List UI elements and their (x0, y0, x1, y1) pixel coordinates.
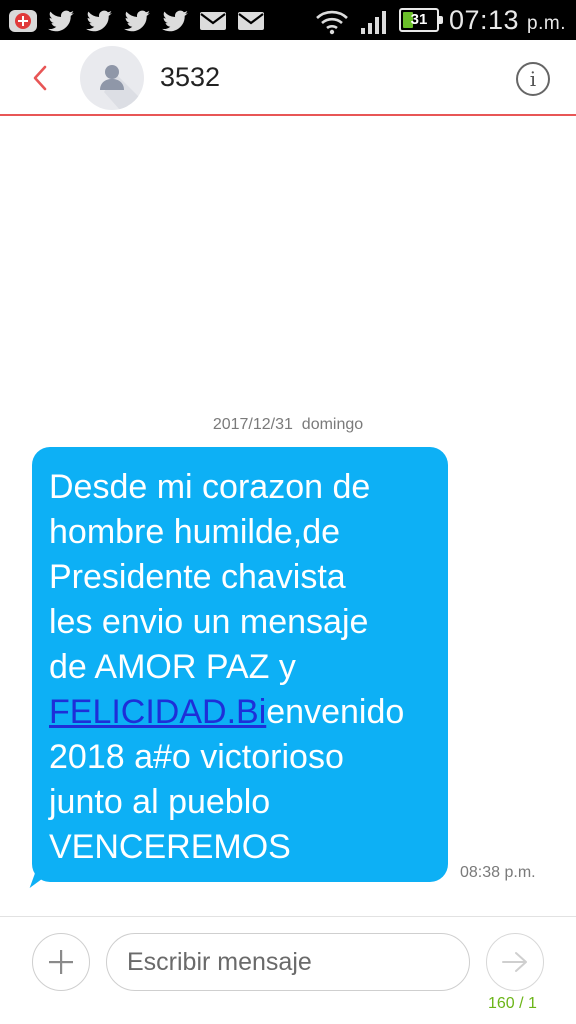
add-alert-icon (8, 9, 38, 32)
status-bar: 31 07:13 p.m. (0, 0, 576, 40)
message-line: FELICIDAD.Bienvenido (49, 690, 438, 735)
battery-tip (438, 16, 443, 24)
message-text: envenido (266, 693, 405, 731)
clock-suffix: p.m. (527, 12, 566, 34)
twitter-icon (84, 9, 114, 32)
contact-name: 3532 (160, 62, 221, 92)
battery-level: 31 (410, 11, 428, 28)
mail-icon (236, 9, 266, 31)
plus-icon (49, 950, 73, 974)
message-line: Desde mi corazon de (49, 468, 371, 506)
info-button[interactable]: i (516, 62, 550, 96)
message-line: VENCEREMOS (49, 828, 291, 866)
mail-icon (198, 9, 228, 31)
message-line: 2018 a#o victorioso (49, 738, 344, 776)
clock-time: 07:13 (448, 4, 520, 35)
character-counter: 160 / 1 (488, 995, 537, 1012)
signal-icon (359, 9, 389, 34)
clock: 07:13 p.m. (449, 5, 566, 36)
twitter-icon (160, 9, 190, 32)
send-button[interactable] (486, 933, 544, 991)
battery-icon: 31 (398, 8, 443, 32)
message-input[interactable] (106, 933, 470, 991)
message-link[interactable]: FELICIDAD.Bi (49, 693, 266, 731)
person-icon (100, 65, 144, 110)
wifi-icon (315, 9, 349, 35)
message-line: les envio un mensaje (49, 603, 369, 641)
system-indicators: 31 07:13 p.m. (315, 4, 566, 36)
info-icon: i (529, 67, 537, 91)
message-line: de AMOR PAZ y (49, 648, 296, 686)
message-thread[interactable]: 2017/12/31 domingo Desde mi corazon de h… (0, 118, 576, 916)
avatar[interactable] (80, 46, 144, 110)
message-line: junto al pueblo (49, 783, 271, 821)
date-separator: 2017/12/31 domingo (0, 416, 576, 434)
twitter-icon (122, 9, 152, 32)
message-time: 08:38 p.m. (460, 864, 536, 881)
conversation-header: 3532 i (0, 40, 576, 116)
day-label: domingo (301, 416, 364, 433)
date-label: 2017/12/31 (212, 416, 293, 433)
arrow-right-icon (502, 952, 527, 972)
notification-icons (8, 6, 266, 34)
message-composer: 160 / 1 (0, 916, 576, 1024)
attach-button[interactable] (32, 933, 90, 991)
chevron-left-icon (33, 65, 47, 91)
message-line: hombre humilde,de (49, 513, 341, 551)
message-line: Presidente chavista (49, 558, 346, 596)
twitter-icon (46, 9, 76, 32)
back-button[interactable] (22, 60, 58, 96)
message-bubble[interactable]: Desde mi corazon de hombre humilde,de Pr… (32, 447, 448, 882)
